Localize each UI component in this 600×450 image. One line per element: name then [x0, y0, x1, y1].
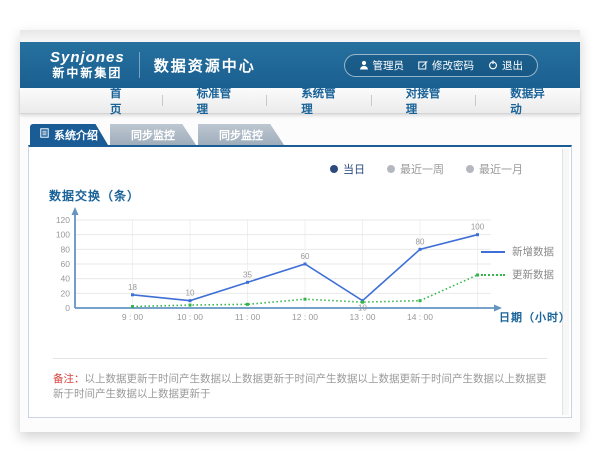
- radio-dot-icon: [330, 165, 338, 173]
- svg-text:0: 0: [65, 303, 70, 313]
- svg-text:9 : 00: 9 : 00: [122, 312, 144, 322]
- svg-text:100: 100: [471, 223, 485, 232]
- app-window: Synjones 新中新集团 数据资源中心 管理员 修改密码: [20, 30, 580, 432]
- header-divider: [139, 52, 140, 78]
- svg-text:14 : 00: 14 : 00: [407, 312, 433, 322]
- tab-sync-monitor-2[interactable]: 同步监控: [198, 124, 284, 145]
- svg-text:20: 20: [61, 288, 71, 298]
- legend-label: 新增数据: [512, 244, 554, 259]
- radio-label: 最近一月: [479, 161, 523, 177]
- radio-label: 最近一周: [400, 161, 444, 177]
- company-logo: Synjones 新中新集团: [50, 50, 125, 80]
- chart-panel: 当日 最近一周 最近一月 数据交换（条） 9 : 00 10 : 00 11 : 0…: [28, 145, 572, 418]
- window-top-strip: [20, 30, 580, 42]
- svg-text:100: 100: [56, 230, 70, 240]
- logout-button[interactable]: 退出: [488, 58, 523, 73]
- svg-text:60: 60: [301, 252, 310, 261]
- svg-text:10: 10: [358, 304, 367, 313]
- footnote-prefix: 备注：: [53, 373, 85, 385]
- radio-last-month[interactable]: 最近一月: [466, 161, 523, 177]
- svg-text:10: 10: [186, 289, 195, 298]
- svg-text:80: 80: [416, 237, 425, 246]
- chart-area: 9 : 00 10 : 00 11 : 00 12 : 00 13 : 00 14 : 0…: [43, 206, 557, 334]
- time-range-radio-group: 当日 最近一周 最近一月: [43, 161, 523, 177]
- svg-text:120: 120: [56, 215, 70, 225]
- logo-text-en: Synjones: [50, 50, 125, 67]
- solid-line-swatch-icon: [481, 251, 505, 253]
- svg-text:80: 80: [61, 244, 71, 254]
- note-divider: [53, 358, 547, 359]
- series-legend: 新增数据 更新数据: [481, 244, 557, 290]
- tab-strip: 系统介绍 同步监控 同步监控: [30, 124, 572, 145]
- tab-label: 同步监控: [219, 127, 263, 143]
- main-nav: 首页 标准管理 系统管理 对接管理 数据异动: [20, 88, 580, 114]
- svg-text:40: 40: [61, 274, 71, 284]
- change-password-label: 修改密码: [432, 58, 474, 73]
- nav-item-home[interactable]: 首页: [76, 85, 162, 117]
- svg-text:18: 18: [128, 283, 137, 292]
- document-icon: [40, 128, 49, 141]
- nav-item-standard-mgmt[interactable]: 标准管理: [163, 85, 267, 117]
- current-user[interactable]: 管理员: [359, 58, 405, 73]
- user-icon: [359, 60, 369, 70]
- logo-text-cn: 新中新集团: [50, 67, 125, 80]
- header-bar: Synjones 新中新集团 数据资源中心 管理员 修改密码: [20, 42, 580, 88]
- edit-icon: [418, 60, 428, 70]
- legend-item-updated-data: 更新数据: [481, 267, 557, 282]
- svg-text:13 : 00: 13 : 00: [350, 312, 376, 322]
- radio-today[interactable]: 当日: [330, 161, 365, 177]
- change-password-button[interactable]: 修改密码: [418, 58, 474, 73]
- user-name-label: 管理员: [373, 58, 405, 73]
- nav-item-data-change[interactable]: 数据异动: [476, 85, 580, 117]
- user-toolbar: 管理员 修改密码 退出: [344, 54, 539, 77]
- svg-text:日期（小时）: 日期（小时）: [499, 310, 571, 324]
- content-area: 系统介绍 同步监控 同步监控 当日 最近一周: [20, 114, 580, 432]
- tab-sync-monitor-1[interactable]: 同步监控: [110, 124, 196, 145]
- line-chart: 9 : 00 10 : 00 11 : 00 12 : 00 13 : 00 14 : 0…: [43, 206, 548, 334]
- dotted-line-swatch-icon: [481, 274, 505, 276]
- tab-label: 系统介绍: [54, 127, 98, 143]
- radio-dot-icon: [387, 165, 395, 173]
- power-icon: [488, 60, 498, 70]
- panel-scrollbar[interactable]: [562, 149, 569, 415]
- svg-text:60: 60: [61, 259, 71, 269]
- legend-label: 更新数据: [512, 267, 554, 282]
- page-title: 数据资源中心: [154, 55, 256, 76]
- svg-text:35: 35: [243, 270, 252, 279]
- svg-text:11 : 00: 11 : 00: [235, 312, 261, 322]
- tab-label: 同步监控: [131, 127, 175, 143]
- radio-label: 当日: [343, 161, 365, 177]
- tab-system-intro[interactable]: 系统介绍: [30, 124, 108, 145]
- nav-item-interface-mgmt[interactable]: 对接管理: [372, 85, 476, 117]
- svg-text:12 : 00: 12 : 00: [292, 312, 318, 322]
- svg-text:10 : 00: 10 : 00: [177, 312, 203, 322]
- footnote-text: 以上数据更新于时间产生数据以上数据更新于时间产生数据以上数据更新于时间产生数据以…: [53, 373, 547, 400]
- footnote: 备注：以上数据更新于时间产生数据以上数据更新于时间产生数据以上数据更新于时间产生…: [53, 372, 547, 401]
- logout-label: 退出: [502, 58, 523, 73]
- y-axis-title: 数据交换（条）: [49, 187, 557, 204]
- radio-dot-icon: [466, 165, 474, 173]
- radio-last-week[interactable]: 最近一周: [387, 161, 444, 177]
- legend-item-new-data: 新增数据: [481, 244, 557, 259]
- nav-item-system-mgmt[interactable]: 系统管理: [267, 85, 371, 117]
